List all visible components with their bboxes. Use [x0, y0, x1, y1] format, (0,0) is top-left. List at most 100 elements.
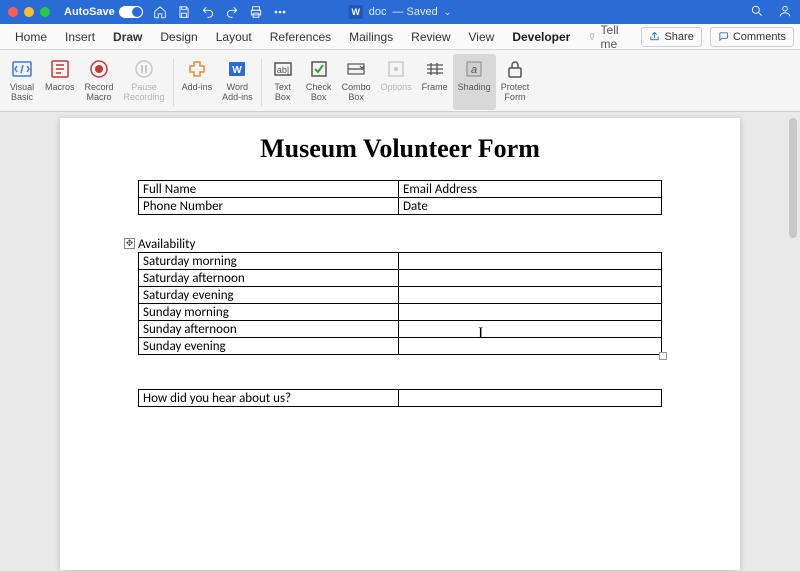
availability-cell[interactable]: Sunday morning	[139, 304, 399, 321]
phone-cell[interactable]: Phone Number	[139, 198, 399, 215]
table-move-handle-icon[interactable]: ✥	[124, 238, 135, 249]
print-icon[interactable]	[249, 5, 263, 19]
shading-button[interactable]: a Shading	[453, 54, 496, 110]
availability-cell[interactable]: Saturday evening	[139, 287, 399, 304]
options-button: Options	[376, 54, 417, 110]
pause-recording-button: Pause Recording	[119, 54, 170, 110]
table-row: Sunday evening	[139, 338, 662, 355]
availability-cell[interactable]: Sunday evening	[139, 338, 399, 355]
check-box-button[interactable]: Check Box	[301, 54, 337, 110]
minimize-window-button[interactable]	[24, 7, 34, 17]
add-ins-button[interactable]: Add-ins	[177, 54, 218, 110]
tab-insert[interactable]: Insert	[56, 24, 104, 50]
word-add-ins-label: Word Add-ins	[222, 83, 253, 103]
share-icon	[649, 31, 660, 42]
table-row: Saturday evening	[139, 287, 662, 304]
availability-cell[interactable]: Sunday afternoon	[139, 321, 399, 338]
svg-text:W: W	[233, 65, 243, 76]
availability-cell[interactable]: Saturday afternoon	[139, 270, 399, 287]
window-controls	[8, 7, 50, 17]
share-button[interactable]: Share	[641, 27, 701, 47]
home-icon[interactable]	[153, 5, 167, 19]
availability-cell[interactable]: Saturday morning	[139, 253, 399, 270]
undo-icon[interactable]	[201, 5, 215, 19]
more-icon[interactable]	[273, 5, 287, 19]
svg-text:a: a	[471, 64, 477, 76]
tab-references[interactable]: References	[261, 24, 340, 50]
document-page[interactable]: Museum Volunteer Form Full Name Email Ad…	[60, 118, 740, 570]
hear-about-table[interactable]: How did you hear about us?	[138, 389, 662, 407]
redo-icon[interactable]	[225, 5, 239, 19]
word-add-ins-icon: W	[224, 56, 250, 82]
table-resize-handle-icon[interactable]	[659, 352, 667, 360]
availability-value-cell[interactable]	[399, 321, 662, 338]
text-box-icon: ab|	[270, 56, 296, 82]
combo-box-button[interactable]: Combo Box	[337, 54, 376, 110]
share-label: Share	[664, 31, 693, 43]
macros-button[interactable]: Macros	[40, 54, 80, 110]
frame-icon	[422, 56, 448, 82]
full-name-cell[interactable]: Full Name	[139, 181, 399, 198]
protect-form-button[interactable]: Protect Form	[496, 54, 535, 110]
add-ins-icon	[184, 56, 210, 82]
vertical-scrollbar[interactable]	[786, 112, 800, 571]
tab-mailings[interactable]: Mailings	[340, 24, 402, 50]
combo-box-label: Combo Box	[342, 83, 371, 103]
table-row: Sunday morning	[139, 304, 662, 321]
autosave-toggle[interactable]: AutoSave	[64, 6, 143, 18]
contact-table[interactable]: Full Name Email Address Phone Number Dat…	[138, 180, 662, 215]
zoom-window-button[interactable]	[40, 7, 50, 17]
lightbulb-icon	[588, 30, 596, 43]
close-window-button[interactable]	[8, 7, 18, 17]
comments-label: Comments	[733, 31, 786, 43]
tell-me-search[interactable]: Tell me	[579, 24, 633, 50]
text-box-button[interactable]: ab| Text Box	[265, 54, 301, 110]
tab-design[interactable]: Design	[151, 24, 206, 50]
comments-icon	[718, 31, 729, 42]
chevron-down-icon[interactable]: ⌄	[444, 7, 452, 18]
availability-value-cell[interactable]	[399, 304, 662, 321]
availability-value-cell[interactable]	[399, 253, 662, 270]
availability-value-cell[interactable]	[399, 338, 662, 355]
record-macro-button[interactable]: Record Macro	[80, 54, 119, 110]
availability-table[interactable]: Saturday morning Saturday afternoon Satu…	[138, 252, 662, 355]
table-row: Phone Number Date	[139, 198, 662, 215]
save-icon[interactable]	[177, 5, 191, 19]
word-app-icon: W	[349, 5, 363, 19]
search-icon[interactable]	[750, 4, 764, 21]
check-box-label: Check Box	[306, 83, 332, 103]
tab-view[interactable]: View	[460, 24, 504, 50]
account-icon[interactable]	[778, 4, 792, 21]
shading-icon: a	[461, 56, 487, 82]
frame-button[interactable]: Frame	[417, 54, 453, 110]
ribbon-toolbar: Visual Basic Macros Record Macro Pause R…	[0, 50, 800, 112]
availability-value-cell[interactable]	[399, 270, 662, 287]
protect-form-icon	[502, 56, 528, 82]
record-macro-icon	[86, 56, 112, 82]
add-ins-label: Add-ins	[182, 83, 213, 93]
availability-value-cell[interactable]	[399, 287, 662, 304]
ribbon-separator	[173, 58, 174, 106]
hear-about-cell[interactable]: How did you hear about us?	[139, 390, 399, 407]
availability-heading: Availability	[138, 237, 662, 252]
scrollbar-thumb[interactable]	[789, 118, 797, 238]
word-add-ins-button[interactable]: W Word Add-ins	[217, 54, 258, 110]
tab-review[interactable]: Review	[402, 24, 459, 50]
macros-label: Macros	[45, 83, 75, 93]
document-name: doc	[369, 6, 387, 18]
tab-draw[interactable]: Draw	[104, 24, 151, 50]
ribbon-separator	[261, 58, 262, 106]
window-titlebar: AutoSave W doc — Saved ⌄	[0, 0, 800, 24]
visual-basic-button[interactable]: Visual Basic	[4, 54, 40, 110]
email-cell[interactable]: Email Address	[399, 181, 662, 198]
hear-about-value-cell[interactable]	[399, 390, 662, 407]
tab-developer[interactable]: Developer	[503, 24, 579, 50]
comments-button[interactable]: Comments	[710, 27, 794, 47]
table-row: Full Name Email Address	[139, 181, 662, 198]
record-macro-label: Record Macro	[85, 83, 114, 103]
tab-layout[interactable]: Layout	[207, 24, 261, 50]
date-cell[interactable]: Date	[399, 198, 662, 215]
protect-form-label: Protect Form	[501, 83, 530, 103]
tab-home[interactable]: Home	[6, 24, 56, 50]
visual-basic-label: Visual Basic	[10, 83, 34, 103]
